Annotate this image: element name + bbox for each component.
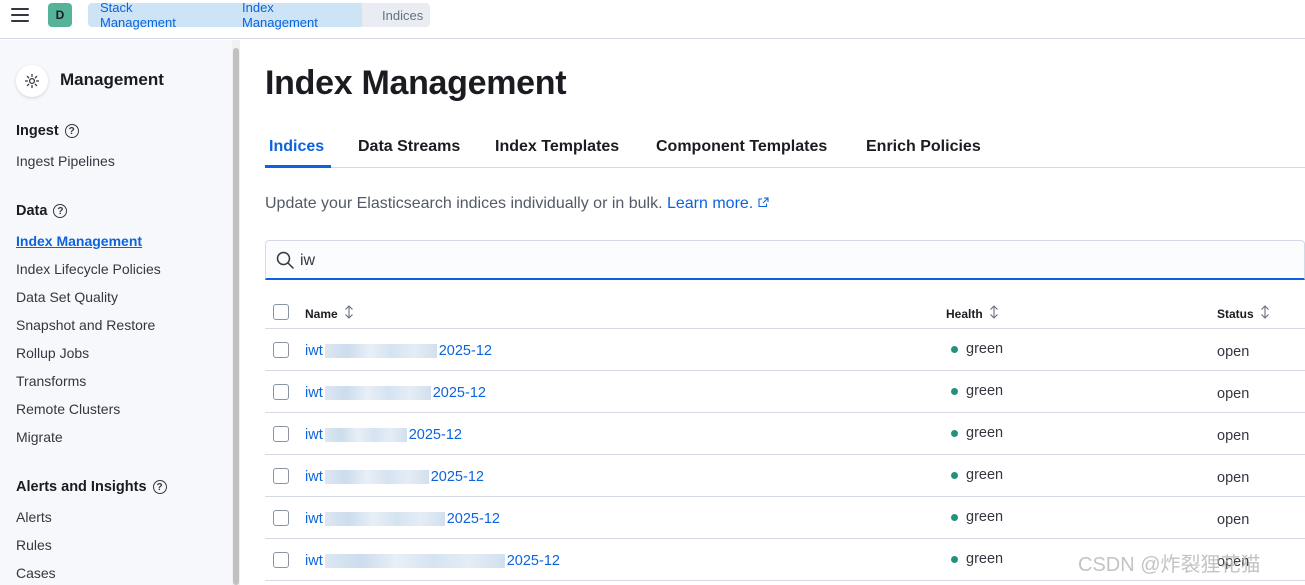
sidebar-heading-data: Data? <box>16 203 68 219</box>
table-row: iwt 2025-12 green open <box>265 371 1305 413</box>
status-cell: open <box>1217 512 1250 528</box>
sidebar: Management Ingest? Ingest Pipelines Data… <box>0 40 232 585</box>
health-dot-icon <box>951 555 958 563</box>
search-bar[interactable] <box>265 240 1305 280</box>
sidebar-item-index-lifecycle-policies[interactable]: Index Lifecycle Policies <box>16 261 161 277</box>
sidebar-title: Management <box>60 70 164 89</box>
index-name-link[interactable]: iwt 2025-12 <box>305 553 560 569</box>
sidebar-item-ingest-pipelines[interactable]: Ingest Pipelines <box>16 153 115 169</box>
health-cell: green <box>951 383 1003 399</box>
row-checkbox[interactable] <box>273 552 289 568</box>
indices-table: Name Health Status iwt 2025-12 green open… <box>265 295 1305 581</box>
page-title: Index Management <box>265 64 567 102</box>
description-text: Update your Elasticsearch indices indivi… <box>265 195 663 213</box>
watermark: CSDN @炸裂狸花猫 <box>1078 554 1261 576</box>
sidebar-heading-ingest: Ingest? <box>16 123 79 139</box>
status-cell: open <box>1217 386 1250 402</box>
table-row: iwt 2025-12 green open <box>265 329 1305 371</box>
tab-enrich-policies[interactable]: Enrich Policies <box>866 138 981 156</box>
question-icon[interactable]: ? <box>53 204 68 218</box>
health-cell: green <box>951 341 1003 357</box>
row-checkbox[interactable] <box>273 468 289 484</box>
top-header: D Stack Management Index Management Indi… <box>0 0 1305 39</box>
redacted-text <box>324 344 437 359</box>
row-checkbox[interactable] <box>273 510 289 526</box>
health-dot-icon <box>951 471 958 479</box>
redacted-text <box>324 512 445 527</box>
health-dot-icon <box>951 345 958 353</box>
external-link-icon[interactable] <box>758 195 769 213</box>
page-description: Update your Elasticsearch indices indivi… <box>265 195 769 213</box>
learn-more-link[interactable]: Learn more. <box>667 195 753 212</box>
sidebar-item-cases[interactable]: Cases <box>16 565 56 581</box>
sort-icon[interactable] <box>989 305 999 322</box>
health-dot-icon <box>951 387 958 395</box>
health-dot-icon <box>951 429 958 437</box>
question-icon[interactable]: ? <box>152 480 167 494</box>
breadcrumb-index-management[interactable]: Index Management <box>222 0 362 30</box>
space-avatar[interactable]: D <box>48 3 72 27</box>
index-name-link[interactable]: iwt 2025-12 <box>305 511 500 527</box>
redacted-text <box>324 386 431 401</box>
sidebar-item-data-set-quality[interactable]: Data Set Quality <box>16 289 118 305</box>
sidebar-item-migrate[interactable]: Migrate <box>16 429 63 445</box>
status-cell: open <box>1217 470 1250 486</box>
health-dot-icon <box>951 513 958 521</box>
breadcrumb-stack-management[interactable]: Stack Management <box>88 0 222 30</box>
index-name-link[interactable]: iwt 2025-12 <box>305 427 462 443</box>
gear-icon <box>16 65 48 97</box>
column-header-name[interactable]: Name <box>305 305 354 322</box>
sort-icon[interactable] <box>1260 305 1270 322</box>
health-cell: green <box>951 509 1003 525</box>
tab-index-templates[interactable]: Index Templates <box>495 138 619 156</box>
index-name-link[interactable]: iwt 2025-12 <box>305 385 486 401</box>
row-checkbox[interactable] <box>273 426 289 442</box>
health-cell: green <box>951 551 1003 567</box>
column-header-status[interactable]: Status <box>1217 305 1270 322</box>
redacted-text <box>324 470 429 485</box>
sidebar-scrollbar[interactable] <box>232 40 240 585</box>
sidebar-item-index-management[interactable]: Index Management <box>16 233 142 249</box>
index-name-link[interactable]: iwt 2025-12 <box>305 469 484 485</box>
active-tab-indicator <box>265 165 331 168</box>
menu-icon[interactable] <box>11 8 29 22</box>
health-cell: green <box>951 467 1003 483</box>
sidebar-heading-alerts-and-insights: Alerts and Insights? <box>16 479 167 495</box>
select-all-checkbox[interactable] <box>273 304 289 320</box>
sidebar-item-remote-clusters[interactable]: Remote Clusters <box>16 401 120 417</box>
table-row: iwt 2025-12 green open <box>265 455 1305 497</box>
redacted-text <box>324 428 407 443</box>
sidebar-item-snapshot-and-restore[interactable]: Snapshot and Restore <box>16 317 155 333</box>
table-header: Name Health Status <box>265 295 1305 329</box>
tab-bar: Indices Data Streams Index Templates Com… <box>265 126 1305 168</box>
row-checkbox[interactable] <box>273 342 289 358</box>
breadcrumb: Stack Management Index Management Indice… <box>88 0 430 30</box>
health-cell: green <box>951 425 1003 441</box>
index-name-link[interactable]: iwt 2025-12 <box>305 343 492 359</box>
sidebar-item-rollup-jobs[interactable]: Rollup Jobs <box>16 345 89 361</box>
main-content: Index Management Indices Data Streams In… <box>240 40 1305 585</box>
scrollbar-thumb[interactable] <box>233 48 239 585</box>
tab-indices[interactable]: Indices <box>269 138 324 156</box>
question-icon[interactable]: ? <box>64 124 79 138</box>
column-header-health[interactable]: Health <box>946 305 999 322</box>
table-row: iwt 2025-12 green open <box>265 497 1305 539</box>
sort-icon[interactable] <box>344 305 354 322</box>
breadcrumb-indices: Indices <box>362 3 430 27</box>
row-checkbox[interactable] <box>273 384 289 400</box>
redacted-text <box>324 554 505 569</box>
sidebar-item-rules[interactable]: Rules <box>16 537 52 553</box>
tab-component-templates[interactable]: Component Templates <box>656 138 827 156</box>
search-icon <box>276 251 294 274</box>
search-input[interactable] <box>300 250 1200 272</box>
table-row: iwt 2025-12 green open <box>265 413 1305 455</box>
tab-data-streams[interactable]: Data Streams <box>358 138 460 156</box>
sidebar-item-transforms[interactable]: Transforms <box>16 373 86 389</box>
status-cell: open <box>1217 344 1250 360</box>
status-cell: open <box>1217 428 1250 444</box>
sidebar-item-alerts[interactable]: Alerts <box>16 509 52 525</box>
